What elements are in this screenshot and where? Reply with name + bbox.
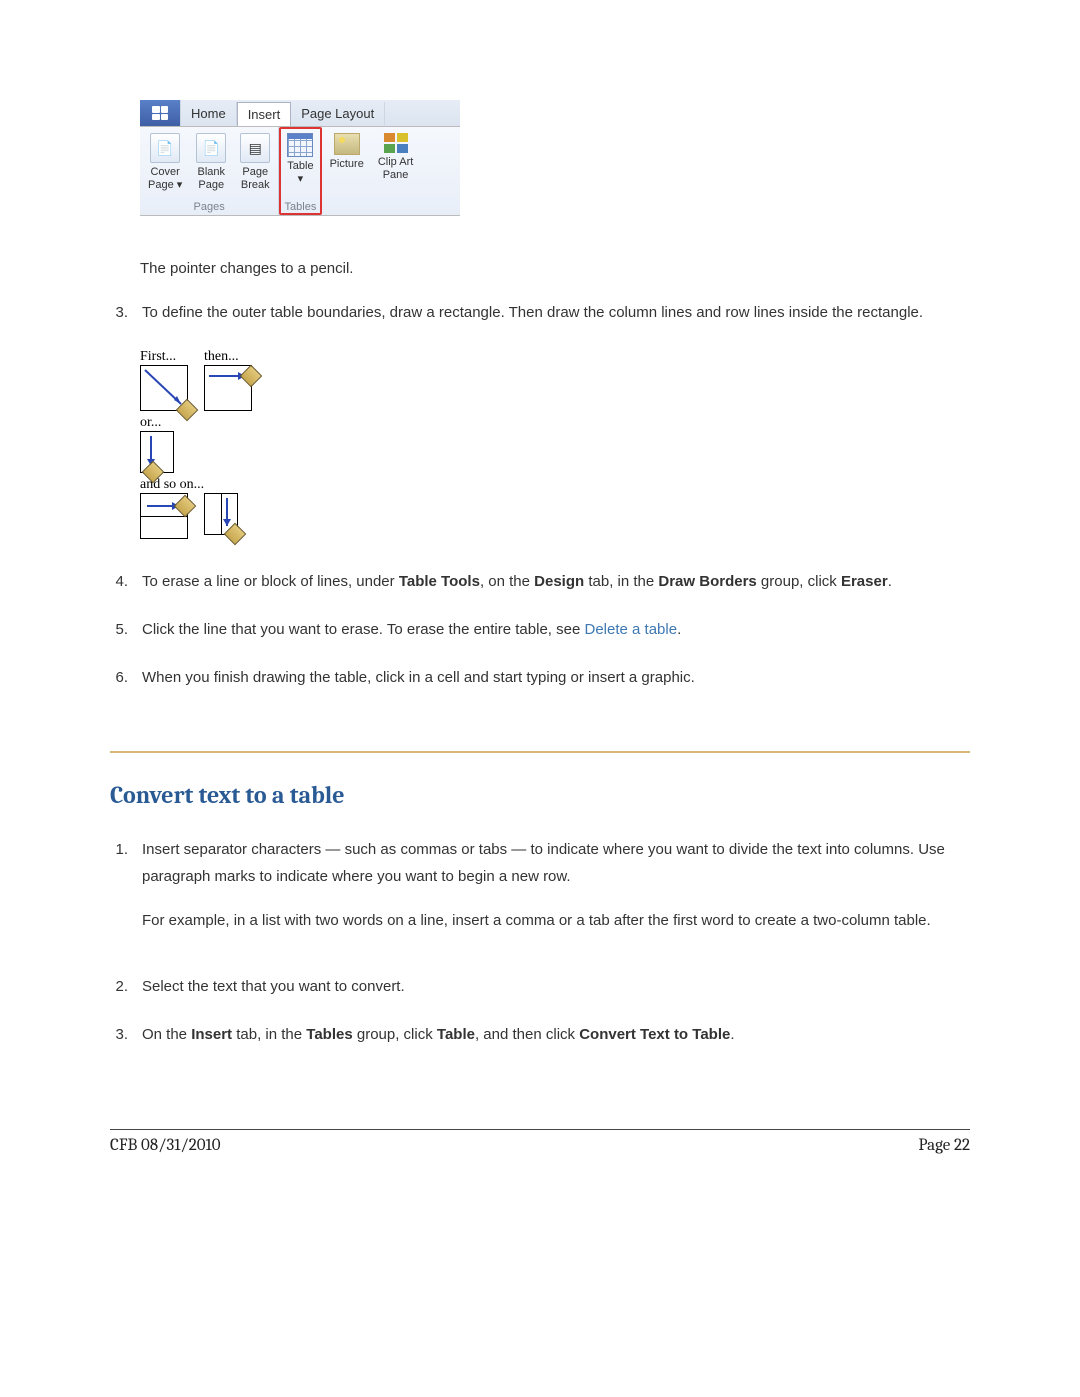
ribbon-body: 📄 Cover Page ▾ 📄 Blank Page ▤ Page Break…	[140, 127, 460, 216]
draw-diagram: First... then...	[140, 349, 970, 539]
p-pointer: The pointer changes to a pencil.	[140, 256, 970, 282]
document-page: Home Insert Page Layout 📄 Cover Page ▾ 📄…	[0, 0, 1080, 1195]
btn-table: Table ▾	[283, 131, 317, 188]
cstep-2: 2. Select the text that you want to conv…	[110, 974, 970, 1000]
tab-pagelayout: Page Layout	[291, 102, 385, 125]
tab-home: Home	[181, 102, 237, 125]
diag-box-first	[140, 365, 188, 411]
cstep-3-text: On the Insert tab, in the Tables group, …	[142, 1022, 970, 1048]
cstep-3: 3. On the Insert tab, in the Tables grou…	[110, 1022, 970, 1048]
heading-convert: Convert text to a table	[110, 781, 970, 809]
group-tables: Table ▾ Tables	[279, 127, 321, 215]
cstep-2-text: Select the text that you want to convert…	[142, 974, 970, 1000]
step-5: 5. Click the line that you want to erase…	[110, 617, 970, 643]
step-3-num: 3.	[110, 300, 128, 326]
label-picture: Picture	[330, 158, 364, 171]
diag-first: First...	[140, 349, 188, 365]
btn-page-break: ▤ Page Break	[236, 131, 274, 194]
blank-page-icon: 📄	[196, 133, 226, 163]
office-button-icon	[140, 100, 181, 126]
label-clipart: Clip Art Pane	[378, 156, 413, 182]
step-3: 3. To define the outer table boundaries,…	[110, 300, 970, 326]
cover-page-icon: 📄	[150, 133, 180, 163]
footer-page: Page 22	[918, 1136, 970, 1155]
cstep-1-body: Insert separator characters — such as co…	[142, 837, 970, 952]
step-6-text: When you finish drawing the table, click…	[142, 665, 970, 691]
cstep-1: 1. Insert separator characters — such as…	[110, 837, 970, 952]
group-label-tables: Tables	[285, 201, 317, 213]
group-label-pages: Pages	[194, 201, 225, 213]
diag-box-then	[204, 365, 252, 411]
ribbon-tabs: Home Insert Page Layout	[140, 100, 460, 127]
cstep-2-num: 2.	[110, 974, 128, 1000]
btn-picture: Picture	[326, 131, 368, 184]
btn-blank-page: 📄 Blank Page	[192, 131, 230, 194]
cstep-3-num: 3.	[110, 1022, 128, 1048]
link-delete-table[interactable]: Delete a table	[584, 621, 677, 638]
step-6-num: 6.	[110, 665, 128, 691]
page-break-icon: ▤	[240, 133, 270, 163]
step-5-num: 5.	[110, 617, 128, 643]
diag-box-hline	[140, 493, 188, 539]
label-cover-page: Cover Page ▾	[148, 166, 182, 192]
label-table: Table ▾	[287, 160, 313, 186]
step-4-num: 4.	[110, 569, 128, 595]
cstep-1-p1: Insert separator characters — such as co…	[142, 837, 970, 890]
step-6: 6. When you finish drawing the table, cl…	[110, 665, 970, 691]
step-5-text: Click the line that you want to erase. T…	[142, 617, 970, 643]
group-pages: 📄 Cover Page ▾ 📄 Blank Page ▤ Page Break…	[140, 127, 279, 215]
btn-cover-page: 📄 Cover Page ▾	[144, 131, 186, 194]
group-illustrations: Picture Clip Art Pane	[322, 127, 422, 215]
section-divider	[110, 751, 970, 753]
picture-icon	[334, 133, 360, 155]
ribbon-screenshot: Home Insert Page Layout 📄 Cover Page ▾ 📄…	[140, 100, 460, 216]
label-blank-page: Blank Page	[198, 166, 226, 192]
cstep-1-num: 1.	[110, 837, 128, 952]
label-page-break: Page Break	[241, 166, 270, 192]
btn-clipart: Clip Art Pane	[374, 131, 417, 184]
tab-insert: Insert	[237, 102, 292, 126]
step-4: 4. To erase a line or block of lines, un…	[110, 569, 970, 595]
table-icon	[287, 133, 313, 157]
step-3-text: To define the outer table boundaries, dr…	[142, 300, 970, 326]
footer: CFB 08/31/2010 Page 22	[110, 1129, 970, 1155]
footer-date: CFB 08/31/2010	[110, 1136, 221, 1155]
clipart-icon	[384, 133, 408, 153]
diag-box-or	[140, 431, 174, 473]
diag-or: or...	[140, 415, 970, 431]
diag-andsoon: and so on...	[140, 477, 970, 493]
cstep-1-p2: For example, in a list with two words on…	[142, 908, 970, 934]
step-4-text: To erase a line or block of lines, under…	[142, 569, 970, 595]
diag-box-vline	[204, 493, 238, 535]
diag-then: then...	[204, 349, 252, 365]
